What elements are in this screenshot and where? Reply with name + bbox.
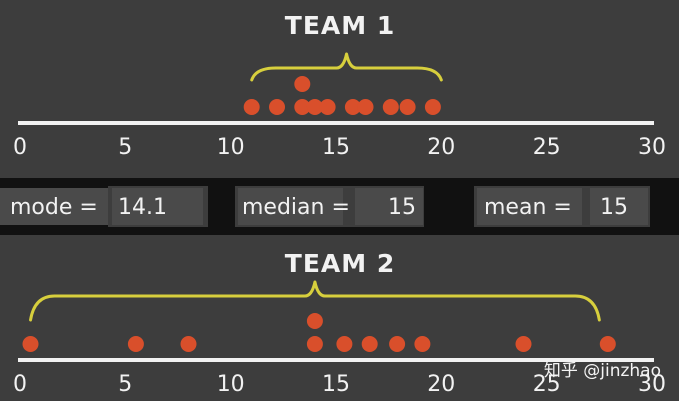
team-1-tick-label: 10: [217, 135, 245, 160]
team-1-data-point: [382, 99, 399, 115]
team-2-data-point: [336, 336, 353, 352]
stats-band: mode = 14.1 median = 15 mean = 15: [0, 178, 679, 235]
team-1-range-brace: [250, 52, 443, 82]
team-2-data-point: [306, 313, 323, 329]
team-2-data-point: [127, 336, 144, 352]
team-1-data-point: [294, 76, 311, 92]
team-1-data-point: [424, 99, 441, 115]
team-1-tick-label: 20: [427, 135, 455, 160]
team-1-data-point: [357, 99, 374, 115]
team-2-data-point: [515, 336, 532, 352]
team-1-tick-label: 25: [533, 135, 561, 160]
team-1-tick-label: 30: [638, 135, 666, 160]
team-2-tick-label: 20: [427, 372, 455, 397]
mean-label: mean =: [484, 195, 572, 220]
dot-plot-figure: TEAM 1 0 5 10 15 20 25 30 mode = 14.1 median =…: [0, 11, 679, 397]
team-2-tick-label: 5: [118, 372, 132, 397]
team-2-tick-label: 15: [322, 372, 350, 397]
team-1-data-point: [319, 99, 336, 115]
team-1-plot: TEAM 1 0 5 10 15 20 25 30: [13, 11, 666, 160]
team-2-data-point: [22, 336, 39, 352]
team-2-data-point: [306, 336, 323, 352]
team-1-tick-label: 15: [322, 135, 350, 160]
team-2-data-point: [389, 336, 406, 352]
mode-label: mode =: [10, 195, 98, 220]
team-2-data-point: [361, 336, 378, 352]
median-label: median =: [242, 195, 350, 220]
team-2-data-point: [414, 336, 431, 352]
team-2-data-point: [180, 336, 197, 352]
median-value: 15: [388, 195, 416, 220]
team-2-title: TEAM 2: [285, 249, 395, 278]
team-2-tick-label: 10: [217, 372, 245, 397]
team-1-tick-label: 5: [118, 135, 132, 160]
team-1-tick-label: 0: [13, 135, 27, 160]
mode-value: 14.1: [118, 195, 167, 220]
team-1-data-point: [243, 99, 260, 115]
team-2-data-point: [599, 336, 616, 352]
mean-value: 15: [600, 195, 628, 220]
team-1-title: TEAM 1: [285, 11, 395, 40]
team-1-data-point: [269, 99, 285, 115]
team-1-data-point: [399, 99, 416, 115]
team-2-tick-label: 0: [13, 372, 27, 397]
watermark: 知乎 @jinzhao: [543, 361, 661, 381]
